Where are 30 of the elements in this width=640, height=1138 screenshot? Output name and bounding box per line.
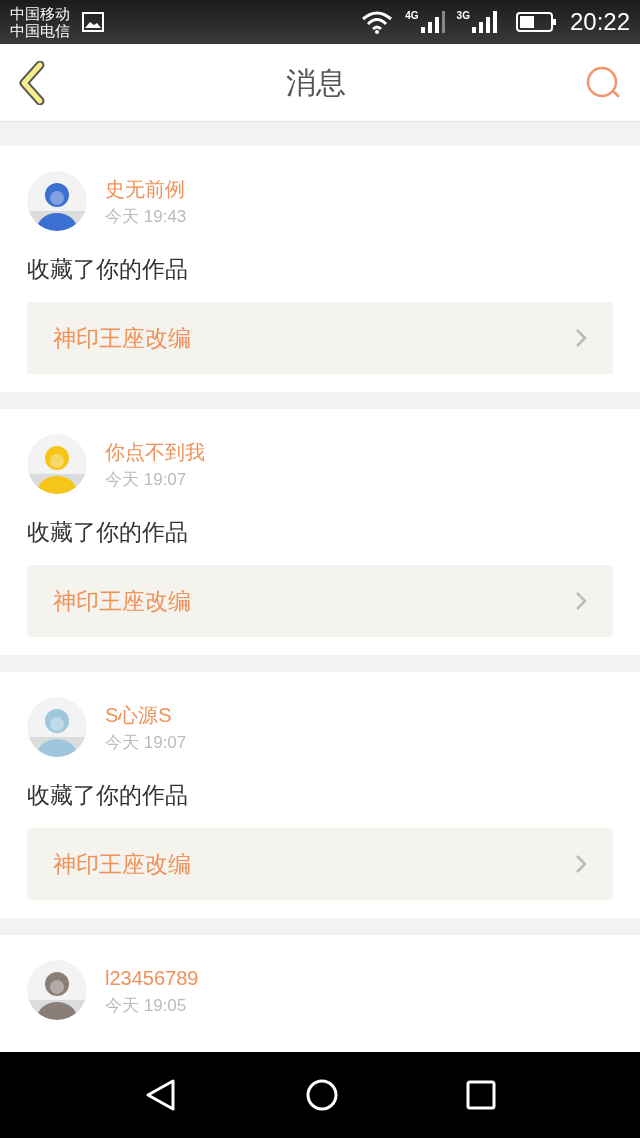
- message-time: 今天 19:07: [105, 469, 188, 491]
- page-title: 消息: [286, 65, 346, 101]
- work-link[interactable]: 神印王座改编: [27, 828, 613, 900]
- network-type-label: 4G: [405, 11, 419, 21]
- message-time: 今天 19:05: [105, 995, 188, 1017]
- chevron-right-icon: [575, 591, 587, 611]
- carrier-name: 中国电信: [10, 22, 70, 39]
- image-icon: [82, 12, 104, 32]
- user-name[interactable]: S心源S: [105, 701, 187, 729]
- signal-icon: [471, 11, 498, 33]
- signal-icon: [420, 11, 445, 33]
- message-time: 今天 19:43: [105, 206, 187, 228]
- network-type-label: 3G: [456, 11, 470, 21]
- recent-apps-icon[interactable]: [466, 1080, 497, 1110]
- home-icon[interactable]: [305, 1078, 339, 1112]
- battery-icon: [515, 12, 556, 32]
- clock-time: 20:22: [569, 10, 630, 34]
- carrier-name: 中国移动: [10, 5, 70, 22]
- message-text: 收藏了你的作品: [27, 518, 189, 547]
- message-time: 今天 19:07: [105, 732, 187, 754]
- chevron-right-icon: [575, 328, 587, 348]
- work-link[interactable]: 神印王座改编: [27, 302, 613, 374]
- chevron-right-icon: [575, 854, 587, 874]
- user-name[interactable]: 你点不到我: [105, 438, 205, 466]
- wifi-icon: [361, 10, 394, 34]
- user-name[interactable]: l23456789: [105, 964, 199, 992]
- message-text: 收藏了你的作品: [27, 781, 189, 810]
- message-text: 收藏了你的作品: [27, 255, 189, 284]
- user-name[interactable]: 史无前例: [105, 175, 187, 203]
- work-link[interactable]: 神印王座改编: [27, 565, 613, 637]
